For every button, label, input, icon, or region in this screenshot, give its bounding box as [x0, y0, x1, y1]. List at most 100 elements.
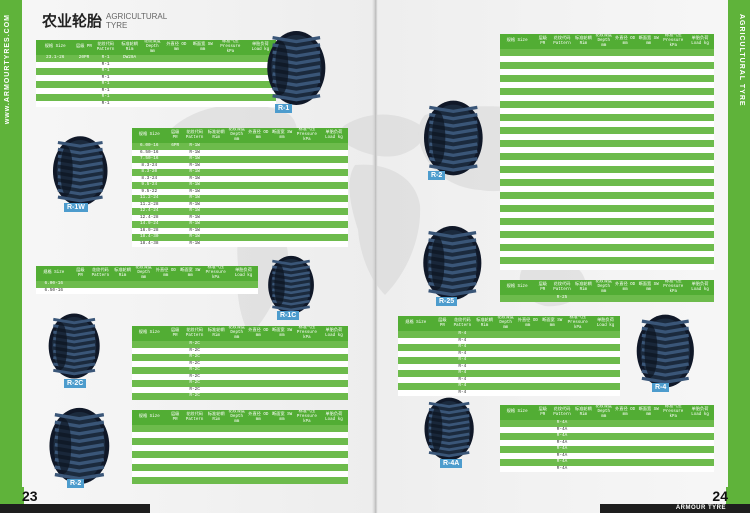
column-header: 标准气压 Pressure kPa [660, 34, 687, 49]
tyre-icon [636, 314, 694, 388]
section-label: AGRICULTURAL TYRE [738, 14, 745, 107]
table-cell [572, 263, 595, 270]
column-header: 规格 Size [132, 326, 167, 341]
table-cell [686, 295, 714, 302]
column-header: 花纹代码 Pattern [183, 128, 206, 143]
column-header: 标准气压 Pressure kPa [293, 410, 320, 425]
table-cell [319, 240, 348, 247]
column-header: 单胎负荷 Load kg [591, 316, 620, 331]
tyre-image-r1c [264, 252, 316, 318]
table-row: R-4A [500, 465, 714, 472]
column-header: 标准轮辋 Rim [205, 128, 227, 143]
tyre-icon [48, 313, 100, 379]
column-header: 花纹代码 Pattern [89, 266, 112, 281]
table-cell: R-1W [183, 240, 206, 247]
tyre-icon [423, 226, 482, 300]
tyre-icon [267, 31, 326, 105]
column-header: 层级 PR [71, 266, 90, 281]
table-cell [660, 465, 687, 472]
column-header: 单胎负荷 Load kg [319, 128, 348, 143]
table-cell [660, 295, 687, 302]
column-header: 断面宽 SW mm [636, 405, 661, 420]
column-header: 单胎负荷 Load kg [319, 326, 348, 341]
tyre-label-r2-top: R-2 [428, 171, 446, 180]
table-cell [636, 465, 661, 472]
column-header: 外直径 OD mm [246, 410, 271, 425]
page-gutter [374, 0, 377, 513]
spec-table-r1w: 规格 Size 层级 PR 花纹代码 Pattern 标准轮辋 Rim 花纹深度 Dep… [132, 128, 348, 247]
column-header: 标准气压 Pressure kPa [660, 405, 687, 420]
column-header: 单胎负荷 Load kg [686, 280, 714, 295]
column-header: 断面宽 SW mm [270, 410, 294, 425]
column-header: 花纹深度 Depth mm [594, 34, 614, 49]
column-header: 外直径 OD mm [613, 405, 637, 420]
table-cell [153, 287, 179, 294]
left-footer-bar: ARMOUR TYRE [0, 504, 150, 513]
spec-table-r1: 规格 Size 层级 PR 花纹代码 Pattern 标准轮辋 Rim 花纹深度 Dep… [36, 40, 276, 107]
table-cell [246, 240, 271, 247]
table-cell [246, 393, 271, 400]
table-header-row: 规格 Size 层级 PR 花纹代码 Pattern 标准轮辋 Rim 花纹深度 Dep… [36, 266, 258, 281]
spec-table-r25: 规格 Size 层级 PR 花纹代码 Pattern 标准轮辋 Rim 花纹深度 Dep… [500, 280, 714, 302]
column-header: 标准气压 Pressure kPa [660, 280, 687, 295]
table-header-row: 规格 Size 层级 PR 花纹代码 Pattern 标准轮辋 Rim 花纹深度 Dep… [500, 280, 714, 295]
table-cell [293, 240, 320, 247]
table-cell [74, 100, 94, 107]
column-header: 标准轮辋 Rim [205, 410, 227, 425]
column-header: 花纹深度 Depth mm [227, 410, 247, 425]
tyre-image-r2c [44, 306, 102, 386]
table-cell [71, 287, 90, 294]
tyre-label-r4a: R-4A [440, 459, 463, 468]
table-cell [141, 100, 164, 107]
table-row: R-25 [500, 295, 714, 302]
table-cell [636, 263, 661, 270]
column-header: 标准气压 Pressure kPa [202, 266, 230, 281]
table-cell: 6.50-16 [36, 287, 72, 294]
column-header: 层级 PR [534, 405, 552, 420]
tyre-icon [424, 100, 483, 176]
table-cell [534, 465, 552, 472]
table-row [132, 477, 348, 484]
column-header: 断面宽 SW mm [540, 316, 565, 331]
column-header: 花纹深度 Depth mm [594, 405, 614, 420]
table-cell [613, 263, 637, 270]
spec-table-r4: 规格 Size 层级 PR 花纹代码 Pattern 标准轮辋 Rim 花纹深度 Dep… [398, 316, 620, 396]
website-url: www.ARMOURTYRES.COM [4, 14, 11, 125]
column-header: 外直径 OD mm [613, 280, 637, 295]
table-cell [686, 263, 714, 270]
column-header: 层级 PR [166, 128, 184, 143]
table-cell [540, 389, 565, 396]
column-header: 标准轮辋 Rim [572, 280, 595, 295]
table-cell [594, 295, 614, 302]
column-header: 规格 Size [500, 34, 535, 49]
table-cell [613, 465, 637, 472]
column-header: 标准轮辋 Rim [572, 405, 595, 420]
tyre-label-r2c: R-2C [64, 379, 87, 388]
table-cell [36, 100, 75, 107]
table-cell [500, 263, 535, 270]
table-cell [166, 477, 184, 484]
table-cell [246, 477, 271, 484]
table-cell [551, 263, 573, 270]
table-header-row: 规格 Size 层级 PR 花纹代码 Pattern 标准轮辋 Rim 花纹深度 Dep… [500, 405, 714, 420]
table-cell [686, 465, 714, 472]
column-header: 断面宽 SW mm [270, 326, 294, 341]
table-cell [515, 389, 541, 396]
table-cell [133, 287, 154, 294]
tyre-icon [424, 397, 474, 461]
column-header: 规格 Size [398, 316, 434, 331]
table-cell [591, 389, 620, 396]
column-header: 层级 PR [534, 34, 552, 49]
table-cell [572, 295, 595, 302]
table-cell [495, 389, 516, 396]
table-cell: R-2C [183, 393, 206, 400]
spec-table-r2-right: 规格 Size 层级 PR 花纹代码 Pattern 标准轮辋 Rim 花纹深度 Dep… [500, 34, 714, 270]
table-cell [189, 100, 216, 107]
catalog-spread: www.ARMOURTYRES.COM AGRICULTURAL TYRE 农业… [0, 0, 750, 513]
right-side-strip: AGRICULTURAL TYRE [728, 0, 750, 513]
table-cell: R-1 [93, 100, 118, 107]
column-header: 花纹深度 Depth mm [133, 266, 154, 281]
tyre-image-r25 [418, 222, 484, 304]
column-header: 标准轮辋 Rim [117, 40, 142, 55]
column-header: 外直径 OD mm [246, 326, 271, 341]
